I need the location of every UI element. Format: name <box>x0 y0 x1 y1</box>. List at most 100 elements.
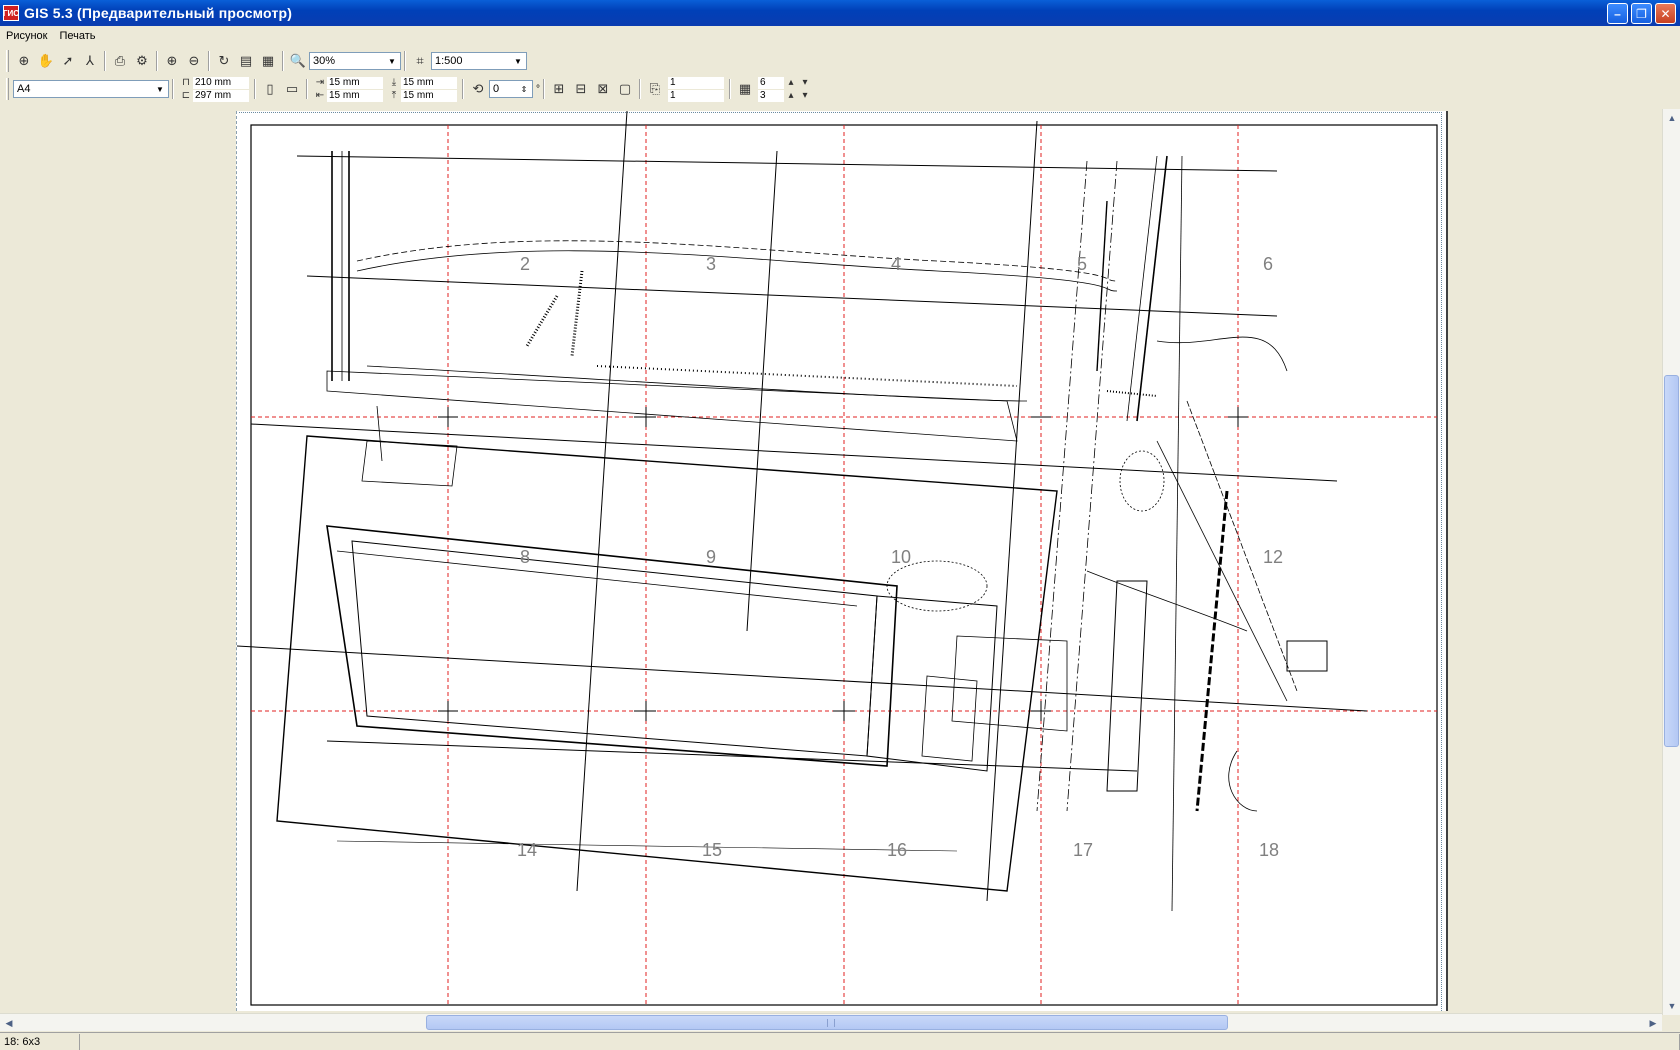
scroll-left-icon[interactable]: ◀ <box>1 1015 17 1031</box>
status-bar: 18: 6x3 <box>0 1032 1680 1050</box>
toolbar-grip[interactable] <box>6 50 9 72</box>
sheet-number: 6 <box>1263 254 1273 274</box>
chevron-down-icon[interactable]: ▼ <box>385 54 399 68</box>
spin-icon[interactable]: ▾ <box>798 77 812 88</box>
vertical-scrollbar[interactable]: ▲ ▼ <box>1662 109 1680 1015</box>
map-drawing[interactable]: 2 3 4 5 6 8 9 10 12 14 15 16 17 18 <box>237 111 1449 1011</box>
scroll-down-icon[interactable]: ▼ <box>1664 998 1680 1014</box>
paper-width-field[interactable]: 210 mm <box>193 76 249 89</box>
sheet-number: 12 <box>1263 547 1283 567</box>
page-grid <box>251 125 1437 1005</box>
horizontal-scroll-thumb[interactable] <box>426 1015 1228 1030</box>
page-layout-icon[interactable]: ▦ <box>257 50 279 72</box>
width-icon: ⊓ <box>182 77 190 88</box>
page-setup-icon[interactable]: ▤ <box>235 50 257 72</box>
minimize-button[interactable]: – <box>1607 3 1628 24</box>
margin-top-field[interactable]: 15 mm <box>401 76 457 89</box>
zoom-in-icon[interactable]: ⊕ <box>161 50 183 72</box>
spin-icon[interactable]: ▴ <box>784 77 798 88</box>
paper-height-field[interactable]: 297 mm <box>193 89 249 102</box>
horizontal-scrollbar[interactable]: ◀ ▶ <box>0 1013 1662 1031</box>
app-icon: ГИС <box>3 5 19 21</box>
spin-icon[interactable]: ▾ <box>798 90 812 101</box>
zoom-fit-icon[interactable]: ⊕ <box>13 50 35 72</box>
paper-format-combo[interactable]: A4 ▼ <box>13 80 169 98</box>
scroll-right-icon[interactable]: ▶ <box>1645 1015 1661 1031</box>
sheet-number: 14 <box>517 840 537 860</box>
map-frame <box>250 124 1438 1006</box>
portrait-icon[interactable]: ▯ <box>259 78 281 100</box>
paper-format-value: A4 <box>17 83 31 95</box>
fit-grid-icon[interactable]: ⊠ <box>592 78 614 100</box>
margins-tb-fields: ⤓ 15 mm ⤒ 15 mm <box>387 76 457 102</box>
sheet-number: 5 <box>1077 254 1087 274</box>
landscape-icon[interactable]: ▭ <box>281 78 303 100</box>
height-icon: ⊏ <box>181 90 191 101</box>
title-bar: ГИС GIS 5.3 (Предварительный просмотр) –… <box>0 0 1680 26</box>
scroll-up-icon[interactable]: ▲ <box>1664 110 1680 126</box>
sheet-number: 3 <box>706 254 716 274</box>
fit-page-icon[interactable]: ▢ <box>614 78 636 100</box>
sheet-number: 10 <box>891 547 911 567</box>
scale-icon: ⌗ <box>416 53 424 68</box>
toolbar-view: ⊕ ✋ ➚ ⅄ ⎙ ⚙ ⊕ ⊖ ↻ ▤ ▦ 🔍 30% ▼ ⌗ 1:500 ▼ <box>0 47 1680 75</box>
sheet-number: 2 <box>520 254 530 274</box>
sheet-number: 4 <box>891 254 901 274</box>
margin-right-icon: ⇤ <box>315 90 325 101</box>
pages-v-field[interactable]: 1 <box>668 89 724 102</box>
refresh-icon[interactable]: ↻ <box>213 50 235 72</box>
spin-icon[interactable]: ⇕ <box>517 82 531 96</box>
pages-fields: 1 1 <box>668 76 724 102</box>
select-arrow-icon[interactable]: ➚ <box>57 50 79 72</box>
scale-combo[interactable]: 1:500 ▼ <box>431 52 527 70</box>
zoom-value: 30% <box>313 55 336 67</box>
preview-workspace[interactable]: 2 3 4 5 6 8 9 10 12 14 15 16 17 18 <box>0 109 1662 1015</box>
window-title: GIS 5.3 (Предварительный просмотр) <box>24 5 293 21</box>
pages-h-field[interactable]: 1 <box>668 76 724 89</box>
rotation-spinner[interactable]: 0 ⇕ <box>489 80 533 98</box>
sheet-number: 15 <box>702 840 722 860</box>
menu-risunok[interactable]: Рисунок <box>0 30 54 42</box>
sheet-number: 18 <box>1259 840 1279 860</box>
coordinate-lines <box>237 111 1368 902</box>
margin-bottom-field[interactable]: 15 mm <box>401 89 457 102</box>
chevron-down-icon[interactable]: ▼ <box>511 54 525 68</box>
measure-icon[interactable]: ⅄ <box>79 50 101 72</box>
cols-field[interactable]: 6 <box>758 76 784 89</box>
map-hatch <box>886 450 1165 612</box>
sheet-number: 8 <box>520 547 530 567</box>
fit-width-icon[interactable]: ⊟ <box>570 78 592 100</box>
margin-right-field[interactable]: 15 mm <box>327 89 383 102</box>
hand-pan-icon[interactable]: ✋ <box>35 50 57 72</box>
spin-icon[interactable]: ▴ <box>784 90 798 101</box>
menu-bar: Рисунок Печать <box>0 26 1680 46</box>
sheet-number: 17 <box>1073 840 1093 860</box>
menu-pechat[interactable]: Печать <box>54 30 102 42</box>
margin-bottom-icon: ⤒ <box>391 90 397 101</box>
rows-field[interactable]: 3 <box>758 89 784 102</box>
toolbar-page: A4 ▼ ⊓ 210 mm ⊏ 297 mm ▯ ▭ ⇥ 15 mm ⇤ 15 mm ⤓… <box>0 75 1680 103</box>
rotation-value: 0 <box>493 83 500 95</box>
map-roads <box>331 151 1298 912</box>
margin-top-icon: ⤓ <box>391 77 397 88</box>
print-icon[interactable]: ⎙ <box>109 50 131 72</box>
print-setup-icon[interactable]: ⚙ <box>131 50 153 72</box>
maximize-button[interactable]: ❐ <box>1631 3 1652 24</box>
chevron-down-icon[interactable]: ▼ <box>153 82 167 96</box>
rotate-icon: ⟲ <box>472 81 484 96</box>
margins-lr-fields: ⇥ 15 mm ⇤ 15 mm <box>313 76 383 102</box>
pages-icon: ⎘ <box>649 81 661 96</box>
zoom-combo[interactable]: 30% ▼ <box>309 52 401 70</box>
scale-value: 1:500 <box>435 55 463 67</box>
preview-page[interactable]: 2 3 4 5 6 8 9 10 12 14 15 16 17 18 <box>236 111 1448 1011</box>
close-button[interactable]: ✕ <box>1655 3 1676 24</box>
toolbar-grip[interactable] <box>6 78 9 100</box>
vertical-scroll-thumb[interactable] <box>1664 375 1679 747</box>
sheet-number: 9 <box>706 547 716 567</box>
zoom-out-icon[interactable]: ⊖ <box>183 50 205 72</box>
fit-all-icon[interactable]: ⊞ <box>548 78 570 100</box>
sheet-number: 16 <box>887 840 907 860</box>
sheet-numbers: 2 3 4 5 6 8 9 10 12 14 15 16 17 18 <box>517 254 1283 860</box>
margin-left-field[interactable]: 15 mm <box>327 76 383 89</box>
paper-size-fields: ⊓ 210 mm ⊏ 297 mm <box>179 76 249 102</box>
